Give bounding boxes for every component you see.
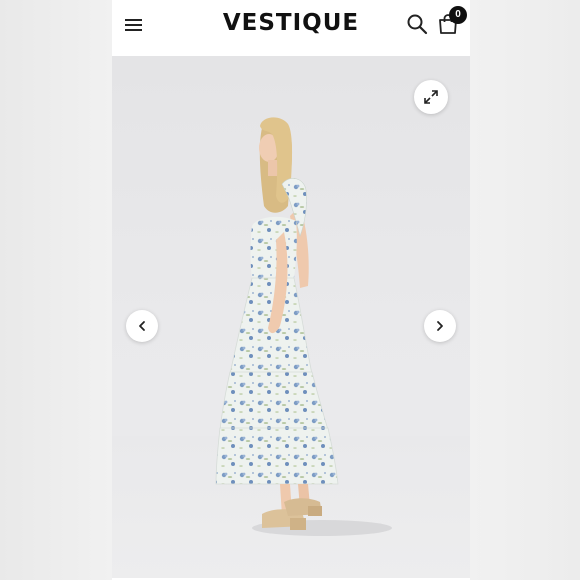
background-left xyxy=(0,0,112,580)
product-image-gallery[interactable] xyxy=(112,56,470,578)
product-photo xyxy=(112,117,470,578)
expand-icon xyxy=(424,90,438,104)
cart-count-badge: 0 xyxy=(449,6,467,24)
next-image-button[interactable] xyxy=(424,310,456,342)
previous-image-button[interactable] xyxy=(126,310,158,342)
expand-image-button[interactable] xyxy=(414,80,448,114)
chevron-left-icon xyxy=(139,321,145,331)
chevron-right-icon xyxy=(437,321,443,331)
background-right xyxy=(470,0,580,580)
search-icon[interactable] xyxy=(406,13,428,35)
site-header: VESTIQUE 0 xyxy=(112,0,470,56)
mobile-page: VESTIQUE 0 xyxy=(112,0,470,580)
